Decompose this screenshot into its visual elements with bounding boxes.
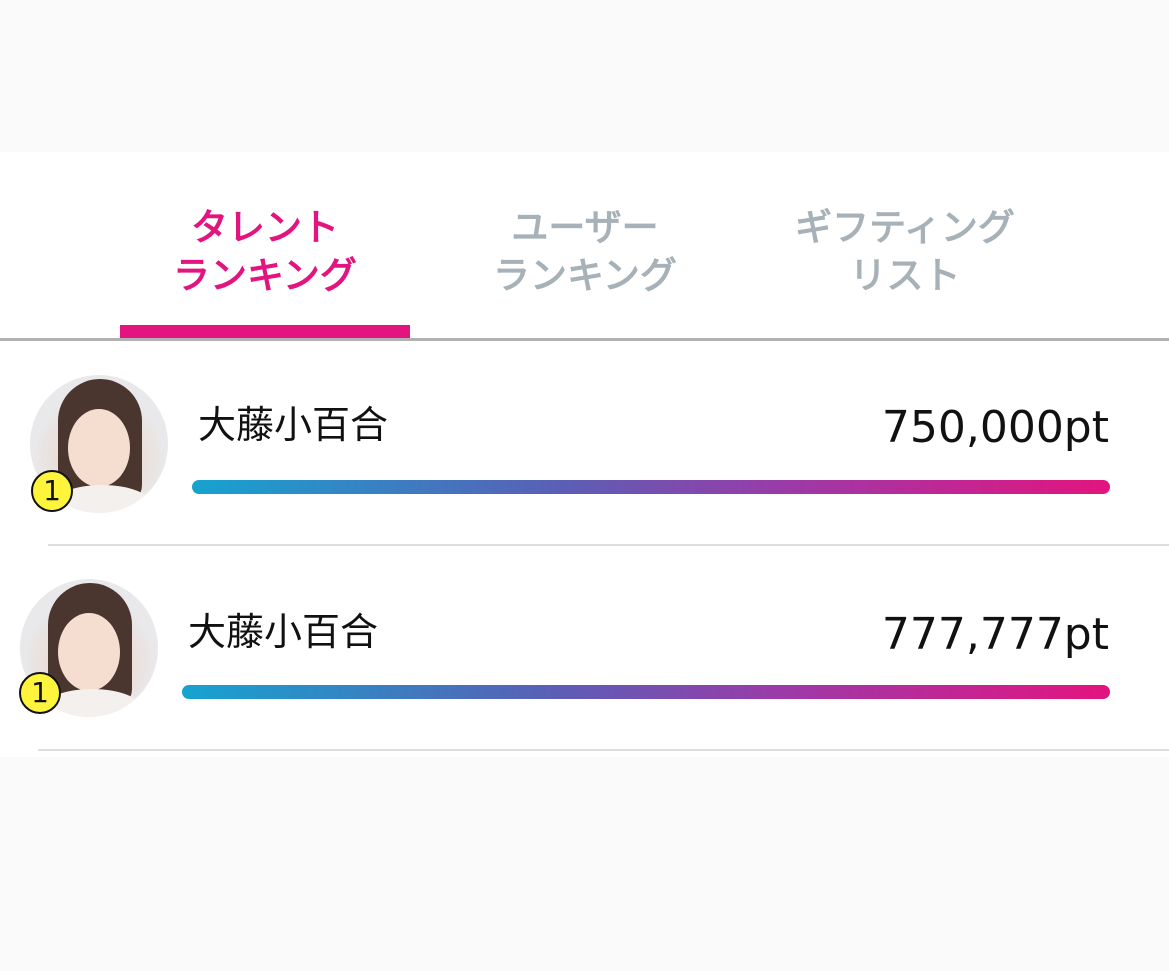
talent-name: 大藤小百合: [198, 403, 389, 447]
rank-badge: 1: [31, 470, 73, 512]
rank-badge: 1: [19, 672, 61, 714]
row-divider: [38, 749, 1169, 751]
tab-label-line2: リスト: [849, 254, 961, 297]
active-tab-indicator: [120, 325, 410, 338]
tab-label-line1: ユーザー: [511, 206, 659, 249]
tab-label-line1: ギフティング: [795, 206, 1015, 249]
points-progress-bar: [182, 685, 1110, 699]
ranking-list: 1 大藤小百合 750,000pt 1 大藤小百合 777,777pt: [0, 341, 1169, 757]
avatar-face: [68, 409, 130, 487]
tab-label-line2: ランキング: [493, 254, 677, 297]
tab-gifting-list[interactable]: ギフティング リスト: [760, 204, 1050, 300]
points-progress-bar: [192, 480, 1110, 494]
points-value: 777,777pt: [881, 609, 1109, 660]
points-value: 750,000pt: [881, 402, 1109, 453]
ranking-row[interactable]: 1 大藤小百合 777,777pt: [0, 546, 1169, 757]
tab-bar: タレント ランキング ユーザー ランキング ギフティング リスト: [0, 152, 1169, 338]
talent-name: 大藤小百合: [188, 610, 379, 654]
tab-label-line2: ランキング: [173, 254, 357, 297]
tab-label-line1: タレント: [191, 206, 339, 249]
top-bar: [0, 0, 1169, 152]
tab-talent-ranking[interactable]: タレント ランキング: [120, 204, 410, 300]
ranking-row[interactable]: 1 大藤小百合 750,000pt: [0, 341, 1169, 546]
avatar-face: [58, 613, 120, 691]
tab-user-ranking[interactable]: ユーザー ランキング: [440, 204, 730, 300]
